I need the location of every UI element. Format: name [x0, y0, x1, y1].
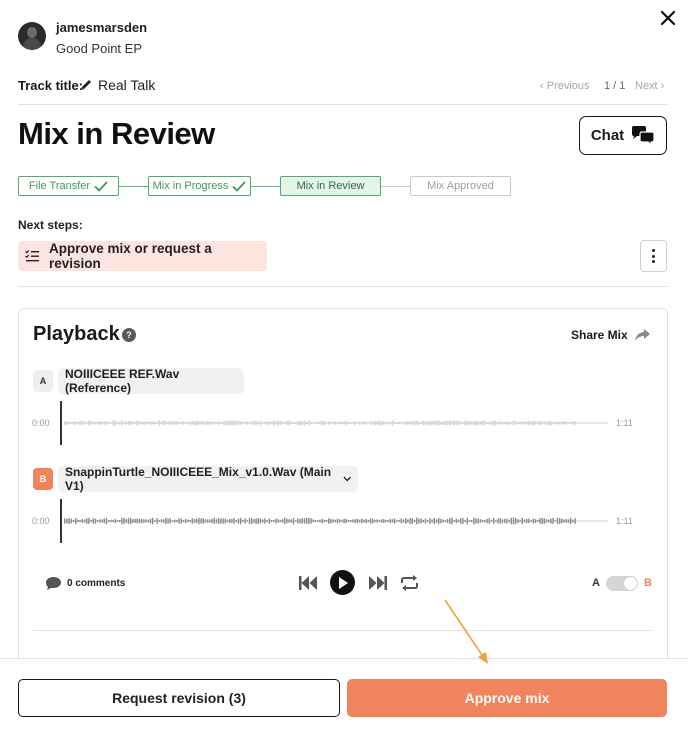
comments-count: 0 comments — [67, 578, 126, 589]
track-title: Real Talk — [98, 77, 156, 93]
skip-back-button[interactable] — [297, 572, 319, 594]
checkmark-icon — [232, 180, 247, 192]
checklist-icon — [25, 250, 39, 262]
share-mix-label: Share Mix — [571, 328, 628, 342]
step-mix-in-review: Mix in Review — [280, 176, 381, 196]
ab-label-b: B — [644, 577, 652, 589]
skip-back-icon — [298, 576, 317, 590]
track-a-start-time: 0:00 — [32, 418, 50, 428]
step-label: Mix in Review — [296, 180, 365, 192]
next-step-item: Approve mix or request a revision — [18, 241, 267, 271]
loop-button[interactable] — [398, 572, 420, 594]
request-revision-button[interactable]: Request revision (3) — [18, 679, 340, 717]
skip-forward-icon — [368, 576, 387, 590]
more-options-button[interactable] — [640, 240, 667, 272]
step-label: Mix in Progress — [152, 180, 229, 192]
track-b-badge: B — [33, 468, 53, 490]
play-icon — [338, 576, 348, 589]
step-label: File Transfer — [28, 180, 91, 192]
track-a-filename: NOIIICEEE REF.Wav (Reference) — [65, 367, 180, 395]
ab-toggle[interactable] — [606, 576, 638, 591]
next-step-text: Approve mix or request a revision — [48, 241, 212, 271]
approve-mix-button[interactable]: Approve mix — [347, 679, 667, 717]
track-b-start-time: 0:00 — [32, 516, 50, 526]
play-button[interactable] — [330, 570, 355, 595]
username: jamesmarsden — [56, 20, 148, 35]
next-track-button[interactable]: Next › — [635, 80, 664, 92]
page-title: Mix in Review — [18, 116, 215, 151]
step-connector — [381, 186, 410, 187]
step-connector — [119, 186, 148, 187]
previous-track-button[interactable]: ‹ Previous — [540, 80, 590, 92]
pencil-icon — [81, 80, 91, 90]
track-a-file: NOIIICEEE REF.Wav (Reference) — [58, 367, 244, 395]
ab-label-a: A — [592, 577, 600, 589]
close-icon[interactable] — [660, 10, 676, 26]
divider — [18, 286, 668, 287]
share-arrow-icon — [634, 328, 650, 341]
playhead — [60, 499, 62, 543]
playhead — [60, 401, 62, 445]
track-b-file-select[interactable]: SnappinTurtle_NOIIICEEE_Mix_v1.0.Wav (Ma… — [58, 465, 358, 493]
track-count: 1 / 1 — [604, 80, 626, 92]
help-icon[interactable]: ? — [122, 328, 136, 342]
step-label: Mix Approved — [427, 180, 494, 192]
chevron-down-icon — [342, 476, 351, 482]
skip-forward-button[interactable] — [366, 572, 388, 594]
chat-bubbles-icon — [632, 125, 655, 146]
comment-icon — [46, 577, 61, 590]
track-a-badge: A — [33, 370, 53, 392]
step-mix-in-progress: Mix in Progress — [148, 176, 251, 196]
comments-button[interactable]: 0 comments — [45, 576, 125, 591]
step-connector — [251, 186, 280, 187]
step-file-transfer: File Transfer — [18, 176, 119, 196]
track-a-waveform[interactable] — [60, 401, 620, 445]
track-b-filename: SnappinTurtle_NOIIICEEE_Mix_v1.0.Wav (Ma… — [65, 465, 332, 493]
checkmark-icon — [94, 180, 108, 192]
avatar — [18, 22, 46, 50]
next-steps-label: Next steps: — [18, 218, 83, 232]
divider — [18, 104, 668, 105]
previous-label: Previous — [546, 80, 590, 92]
chat-button[interactable]: Chat — [579, 116, 667, 155]
divider — [33, 630, 652, 631]
loop-icon — [400, 575, 418, 591]
playback-title: Playback — [33, 323, 120, 345]
step-mix-approved: Mix Approved — [410, 176, 511, 196]
track-title-label: Track title: — [18, 78, 84, 93]
share-mix-button[interactable]: Share Mix — [571, 328, 650, 342]
chat-label: Chat — [590, 127, 625, 144]
project-name: Good Point EP — [56, 41, 142, 56]
next-label: Next — [635, 80, 658, 92]
track-b-waveform[interactable] — [60, 499, 620, 543]
